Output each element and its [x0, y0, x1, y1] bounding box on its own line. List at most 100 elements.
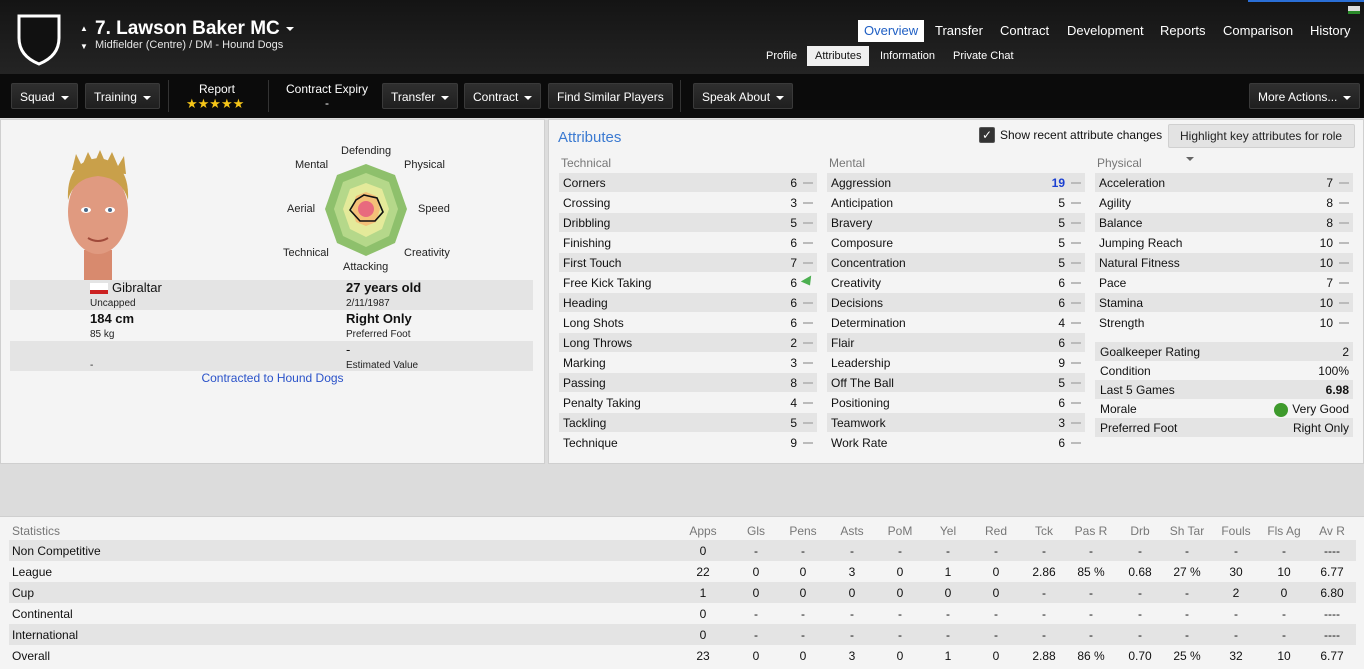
attribute-row[interactable]: Heading 6	[559, 293, 817, 312]
tab-overview[interactable]: Overview	[858, 20, 925, 42]
transfer-button[interactable]: Transfer	[382, 83, 459, 109]
attribute-row[interactable]: Technique 9	[559, 433, 817, 452]
player-header: ▲ ▼ 7. Lawson Baker MC Midfielder (Centr…	[0, 0, 1364, 74]
report-stars[interactable]: ★★★★★	[186, 96, 244, 112]
attribute-name: First Touch	[563, 256, 622, 270]
subtab-profile[interactable]: Profile	[758, 46, 805, 66]
training-button[interactable]: Training	[85, 83, 160, 109]
attribute-row[interactable]: Work Rate 6	[827, 433, 1085, 452]
previous-player-icon[interactable]: ▲	[80, 24, 88, 33]
attribute-row[interactable]: Passing 8	[559, 373, 817, 392]
attribute-value: 8	[790, 376, 797, 390]
stat-row-label: Non Competitive	[12, 544, 101, 558]
attribute-unchanged-dash-icon	[1071, 322, 1081, 324]
attribute-row[interactable]: Long Shots 6	[559, 313, 817, 332]
attribute-row[interactable]: Long Throws 2	[559, 333, 817, 352]
toolbar-divider	[680, 80, 681, 112]
speak-about-button[interactable]: Speak About	[693, 83, 794, 109]
attribute-row[interactable]: Dribbling 5	[559, 213, 817, 232]
attribute-row[interactable]: Bravery 5	[827, 213, 1085, 232]
radar-label-creativity: Creativity	[404, 247, 450, 259]
stat-row[interactable]: Continental 0- - - - - - - - - - - - ----	[9, 603, 1356, 624]
attribute-row[interactable]: Positioning 6	[827, 393, 1085, 412]
subtab-private-chat[interactable]: Private Chat	[945, 46, 1022, 66]
attribute-value: 19	[1051, 176, 1065, 190]
tab-development[interactable]: Development	[1061, 20, 1150, 42]
attribute-name: Bravery	[831, 216, 873, 230]
show-changes-checkbox[interactable]: ✓	[979, 127, 995, 143]
squad-button[interactable]: Squad	[11, 83, 78, 109]
subtab-information[interactable]: Information	[872, 46, 943, 66]
attribute-row[interactable]: Corners 6	[559, 173, 817, 192]
attribute-row[interactable]: Determination 4	[827, 313, 1085, 332]
contracted-link[interactable]: Contracted to Hound Dogs	[0, 371, 545, 385]
attribute-row[interactable]: Marking 3	[559, 353, 817, 372]
attribute-name: Natural Fitness	[1099, 256, 1180, 270]
attribute-row[interactable]: Creativity 6	[827, 273, 1085, 292]
attribute-unchanged-dash-icon	[1339, 222, 1349, 224]
attribute-name: Technique	[563, 436, 618, 450]
attribute-row[interactable]: Anticipation 5	[827, 193, 1085, 212]
radar-label-defending: Defending	[341, 145, 392, 157]
stat-row[interactable]: Cup 1 0 0 0 0 0 0- - - -2 0 6.80	[9, 582, 1356, 603]
attribute-unchanged-dash-icon	[1071, 342, 1081, 344]
stat-row[interactable]: Overall 23 0 0 3 0 1 0 2.88 86 % 0.70 25 % 32 10 6.77	[9, 645, 1356, 666]
attribute-row[interactable]: Crossing 3	[559, 193, 817, 212]
report-label[interactable]: Report	[186, 82, 248, 96]
contract-button[interactable]: Contract	[464, 83, 542, 109]
tab-comparison[interactable]: Comparison	[1217, 20, 1299, 42]
attribute-row[interactable]: Stamina 10	[1095, 293, 1353, 312]
attribute-row[interactable]: Pace 7	[1095, 273, 1353, 292]
nation-name[interactable]: Gibraltar	[112, 280, 162, 295]
attribute-name: Acceleration	[1099, 176, 1166, 190]
stat-row[interactable]: Non Competitive 0- - - - - - - - - - - - ----	[9, 540, 1356, 561]
tab-transfer[interactable]: Transfer	[929, 20, 989, 42]
dob-text: 2/11/1987	[346, 298, 390, 309]
attribute-row[interactable]: Acceleration 7	[1095, 173, 1353, 192]
attribute-name: Composure	[831, 236, 894, 250]
stat-cell: 0	[699, 544, 707, 558]
attribute-row[interactable]: Aggression 19	[827, 173, 1085, 192]
stat-column-header[interactable]: Apps	[673, 524, 733, 538]
attribute-row[interactable]: Off The Ball 5	[827, 373, 1085, 392]
attribute-row[interactable]: Flair 6	[827, 333, 1085, 352]
more-actions-button[interactable]: More Actions...	[1249, 83, 1361, 109]
player-menu-chevron-icon[interactable]	[285, 26, 294, 31]
summary-row: Condition 100%	[1095, 361, 1353, 380]
attribute-name: Strength	[1099, 316, 1145, 330]
tab-reports[interactable]: Reports	[1154, 20, 1212, 42]
attribute-row[interactable]: Free Kick Taking 6	[559, 273, 817, 292]
next-player-icon[interactable]: ▼	[80, 42, 88, 51]
attribute-row[interactable]: Decisions 6	[827, 293, 1085, 312]
summary-value-text: 100%	[1318, 364, 1349, 378]
attribute-row[interactable]: Teamwork 3	[827, 413, 1085, 432]
highlight-key-attributes-dropdown[interactable]: Highlight key attributes for role	[1168, 124, 1355, 161]
stat-row[interactable]: League 22 0 0 3 0 1 0 2.86 85 % 0.68 27 % 30 10 6.77	[9, 561, 1356, 582]
tab-contract[interactable]: Contract	[994, 20, 1055, 42]
attribute-row[interactable]: Composure 5	[827, 233, 1085, 252]
player-name[interactable]: 7. Lawson Baker MC	[95, 18, 294, 40]
tab-history[interactable]: History	[1304, 20, 1356, 42]
attribute-unchanged-dash-icon	[1071, 422, 1081, 424]
attribute-value: 6	[1058, 296, 1065, 310]
stat-column-header[interactable]: Statistics	[12, 524, 60, 538]
stat-row[interactable]: International 0- - - - - - - - - - - - ----	[9, 624, 1356, 645]
show-changes-label[interactable]: Show recent attribute changes	[1000, 128, 1162, 142]
attribute-row[interactable]: Finishing 6	[559, 233, 817, 252]
attribute-row[interactable]: Leadership 9	[827, 353, 1085, 372]
find-similar-players-button[interactable]: Find Similar Players	[548, 83, 673, 109]
stat-column-header[interactable]: Av R	[1302, 524, 1362, 538]
attribute-row[interactable]: Agility 8	[1095, 193, 1353, 212]
age-text: 27 years old	[346, 280, 422, 295]
attribute-row[interactable]: First Touch 7	[559, 253, 817, 272]
attribute-row[interactable]: Balance 8	[1095, 213, 1353, 232]
attribute-row[interactable]: Tackling 5	[559, 413, 817, 432]
subtab-attributes[interactable]: Attributes	[807, 46, 870, 66]
attribute-row[interactable]: Concentration 5	[827, 253, 1085, 272]
attribute-row[interactable]: Natural Fitness 10	[1095, 253, 1353, 272]
attribute-row[interactable]: Strength 10	[1095, 313, 1353, 332]
summary-value-text: 2	[1342, 345, 1349, 359]
attribute-row[interactable]: Jumping Reach 10	[1095, 233, 1353, 252]
attribute-row[interactable]: Penalty Taking 4	[559, 393, 817, 412]
attribute-value: 5	[1058, 236, 1065, 250]
